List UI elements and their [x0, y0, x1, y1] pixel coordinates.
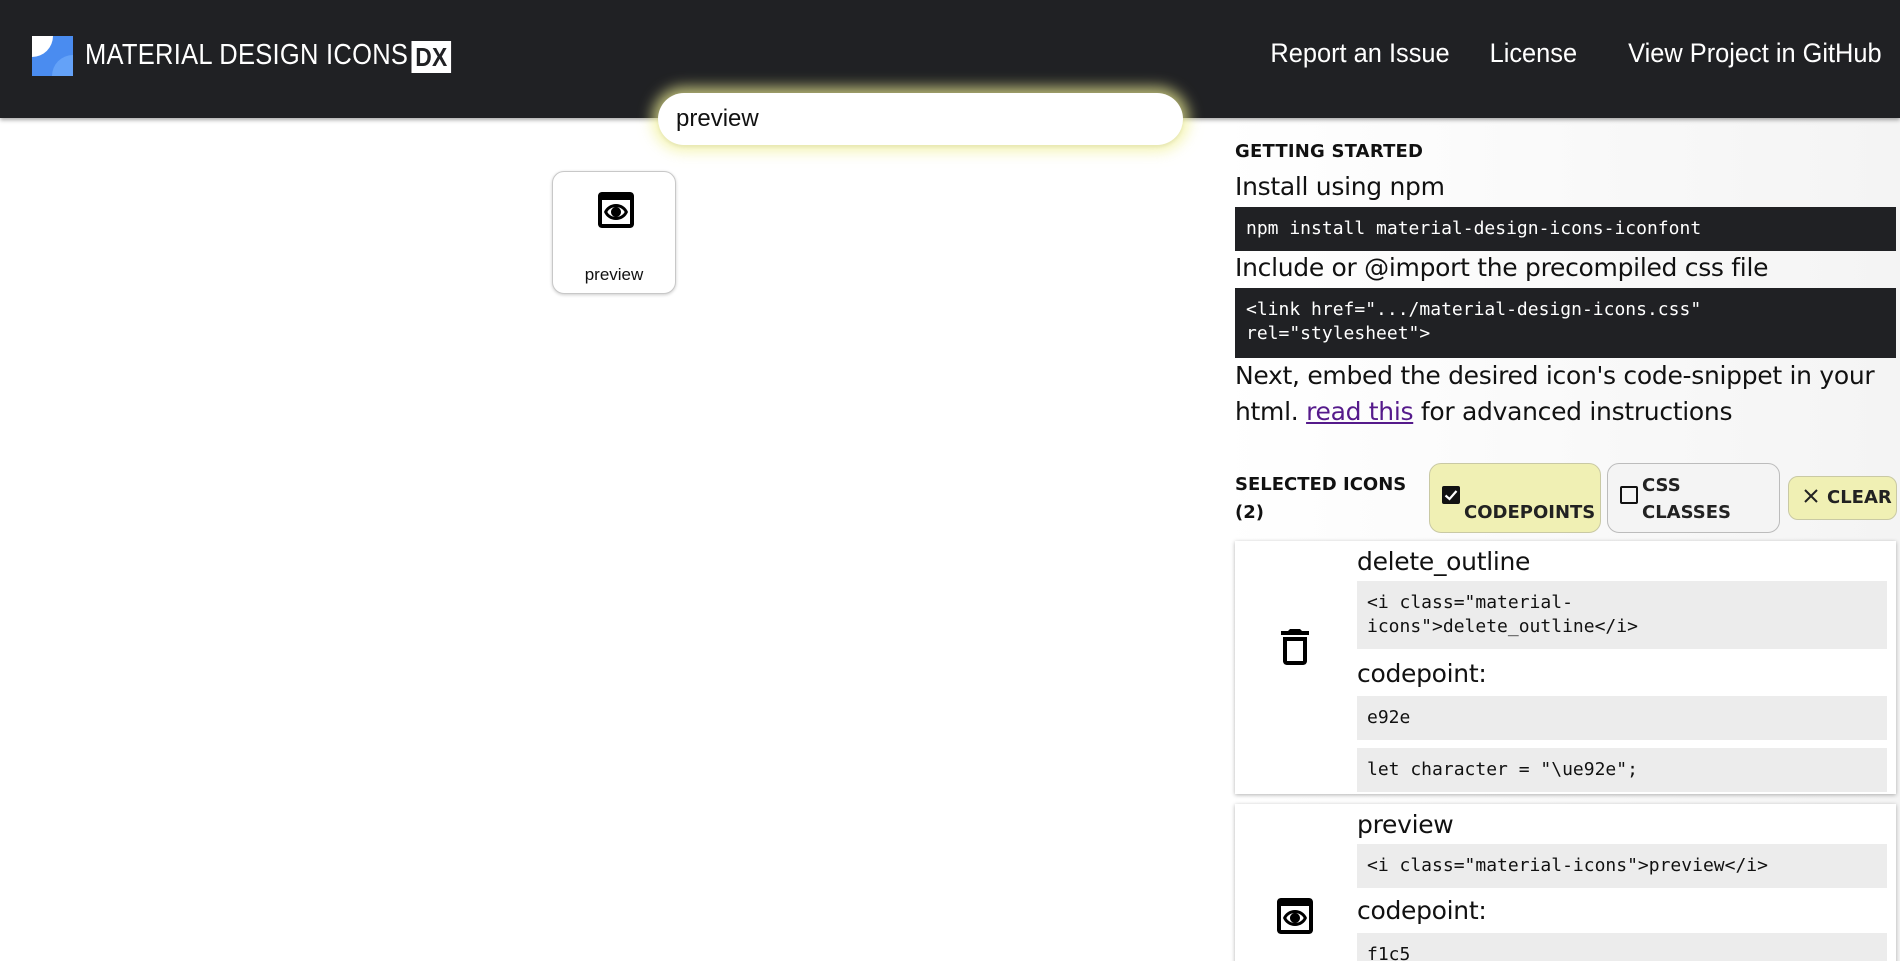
css-classes-toggle-button[interactable]: CSS CLASSES — [1607, 463, 1780, 533]
selected-icon-card: delete_outline <i class="material- icons… — [1235, 541, 1896, 794]
brand-title: MATERIAL DESIGN ICONS DX — [85, 39, 452, 73]
nav-report-issue-link[interactable]: Report an Issue — [1270, 38, 1449, 69]
next-instructions: Next, embed the desired icon's code-snip… — [1235, 358, 1895, 430]
search-box — [658, 93, 1183, 145]
getting-started-heading: GETTING STARTED — [1235, 141, 1424, 162]
brand-title-text: MATERIAL DESIGN ICONS — [85, 39, 409, 72]
delete-outline-icon — [1281, 629, 1309, 665]
header-nav: Report an Issue License View Project in … — [1224, 38, 1882, 69]
brand-badge: DX — [411, 40, 452, 73]
install-code[interactable]: npm install material-design-icons-iconfo… — [1235, 207, 1896, 251]
selected-icon-card: preview <i class="material-icons">previe… — [1235, 804, 1896, 961]
next-text-end: for advanced instructions — [1420, 397, 1733, 426]
brand-logo-icon — [32, 36, 73, 76]
side-panel: GETTING STARTED Install using npm npm in… — [1220, 118, 1900, 961]
icon-result-label: preview — [584, 265, 644, 284]
close-icon — [1804, 489, 1818, 503]
nav-license-link[interactable]: License — [1490, 38, 1577, 69]
codepoints-toggle-button[interactable]: CODEPOINTS — [1429, 463, 1601, 533]
selected-icon-name: delete_outline — [1357, 547, 1531, 576]
checkbox-checked-icon — [1442, 486, 1460, 504]
include-text: Include or @import the precompiled css f… — [1235, 253, 1769, 282]
install-text: Install using npm — [1235, 172, 1445, 201]
search-input[interactable] — [658, 93, 1183, 145]
preview-icon — [1277, 898, 1313, 934]
codepoint-value[interactable]: f1c5 — [1357, 933, 1887, 961]
selected-icon-name: preview — [1357, 810, 1454, 839]
nav-github-link[interactable]: View Project in GitHub — [1629, 38, 1882, 69]
icon-snippet-code[interactable]: <i class="material- icons">delete_outlin… — [1357, 581, 1887, 649]
clear-button[interactable]: CLEAR — [1788, 476, 1897, 520]
selected-icons-title: SELECTED ICONS — [1235, 474, 1407, 495]
selected-icons-heading: SELECTED ICONS (2) — [1235, 471, 1406, 527]
preview-icon — [598, 192, 634, 228]
clear-label: CLEAR — [1827, 487, 1892, 508]
icon-result-tile[interactable]: preview — [552, 171, 676, 294]
codepoint-label: codepoint: — [1357, 896, 1487, 925]
read-this-link[interactable]: read this — [1306, 397, 1413, 426]
checkbox-unchecked-icon — [1620, 486, 1638, 504]
selected-icons-count: (2) — [1235, 502, 1264, 523]
codepoints-label: CODEPOINTS — [1464, 502, 1596, 523]
codepoint-label: codepoint: — [1357, 659, 1487, 688]
codepoint-value[interactable]: e92e — [1357, 696, 1887, 740]
brand[interactable]: MATERIAL DESIGN ICONS DX — [32, 36, 501, 76]
icon-snippet-code[interactable]: <i class="material-icons">preview</i> — [1357, 844, 1887, 888]
include-code[interactable]: <link href=".../material-design-icons.cs… — [1235, 288, 1896, 358]
css-classes-label: CSS CLASSES — [1642, 475, 1731, 523]
codepoint-js-code[interactable]: let character = "\ue92e"; — [1357, 748, 1887, 792]
